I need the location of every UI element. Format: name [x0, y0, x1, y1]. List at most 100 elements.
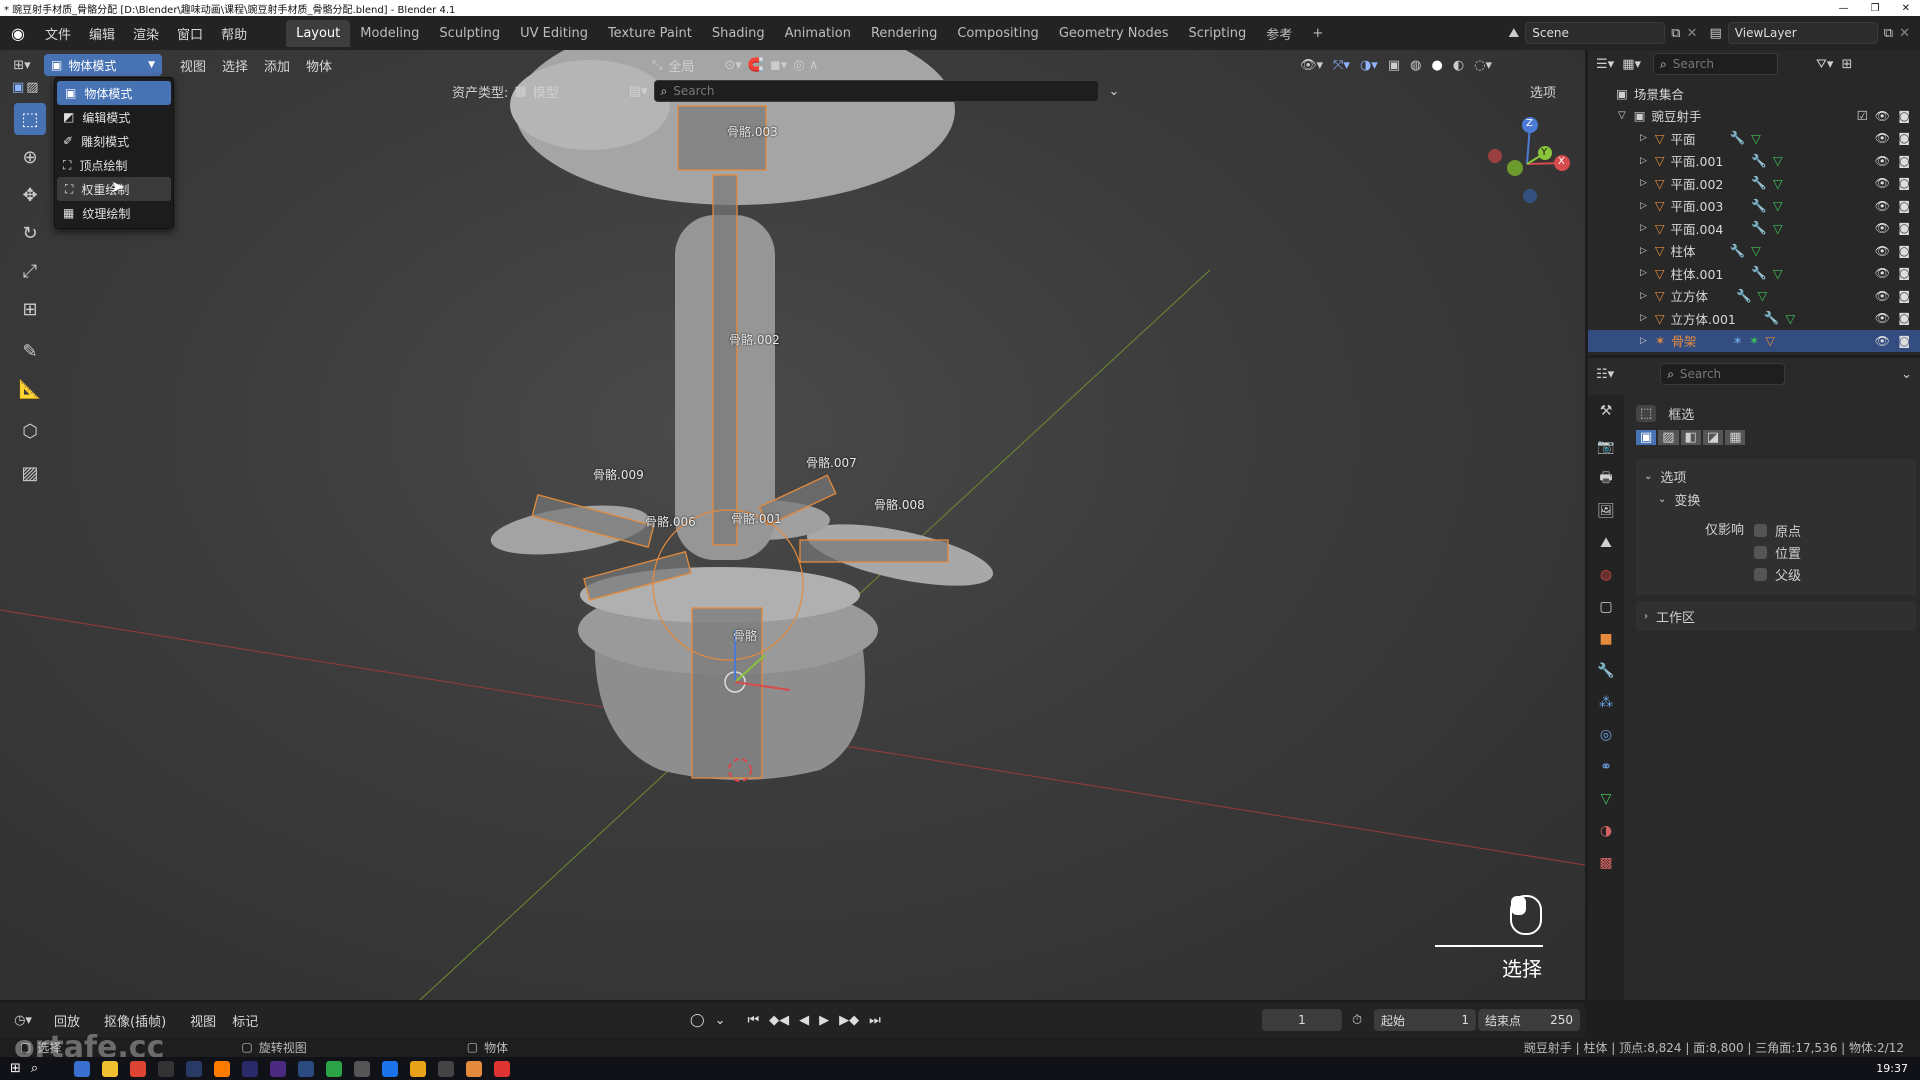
menu-help[interactable]: 帮助 — [212, 24, 256, 43]
app-icon[interactable] — [74, 1060, 91, 1077]
jump-end-icon[interactable]: ⏭ — [869, 1013, 881, 1028]
menu-view[interactable]: 视图 — [172, 53, 214, 78]
blender-logo-icon[interactable]: ◉ — [0, 24, 36, 43]
material-tab-icon[interactable]: ◑ — [1588, 815, 1624, 847]
new-view-layer-icon[interactable]: ⧉ — [1884, 26, 1893, 41]
xray-icon[interactable]: ▣ — [1388, 58, 1400, 73]
eye-icon[interactable]: 👁 — [1875, 334, 1890, 348]
affect-origins-checkbox[interactable]: 原点 — [1754, 519, 1801, 541]
app-icon[interactable] — [242, 1060, 259, 1077]
app-icon[interactable] — [326, 1060, 343, 1077]
select-box-tool[interactable]: ⬚ — [14, 103, 46, 135]
transform-orientation[interactable]: 全局 — [668, 56, 718, 75]
expand-icon[interactable]: ▽ — [1618, 110, 1626, 121]
select-mode-extend-icon[interactable]: ▨ — [26, 80, 38, 95]
world-tab-icon[interactable]: ◍ — [1588, 559, 1624, 591]
menu-item-edit-mode[interactable]: ◩ 编辑模式 — [55, 105, 173, 129]
filter-icon[interactable]: ⛛▾ — [1816, 57, 1833, 72]
keying-menu[interactable]: 抠像(插帧) — [96, 1008, 174, 1033]
menu-item-object-mode[interactable]: ▣ 物体模式 — [57, 81, 171, 105]
delete-view-layer-icon[interactable]: ✕ — [1899, 26, 1910, 41]
app-icon[interactable] — [438, 1060, 455, 1077]
menu-item-vertex-paint[interactable]: ⛶ 顶点绘制 — [55, 153, 173, 177]
asset-type-value[interactable]: 模型 — [533, 82, 623, 101]
move-tool[interactable]: ✥ — [14, 179, 46, 211]
editor-type-icon[interactable]: ⊞▾ — [0, 58, 44, 73]
tab-uv-editing[interactable]: UV Editing — [510, 20, 598, 47]
mode-extend-icon[interactable]: ▨ — [1658, 430, 1679, 445]
playback-menu[interactable]: 回放 — [46, 1008, 88, 1033]
tab-reference[interactable]: 参考 — [1256, 18, 1302, 49]
scene-selector[interactable]: Scene — [1525, 22, 1666, 44]
app-icon[interactable] — [410, 1060, 427, 1077]
gizmo-x-label[interactable]: X — [1558, 156, 1565, 167]
camera-icon[interactable]: ◙ — [1898, 266, 1910, 280]
tab-sculpting[interactable]: Sculpting — [429, 20, 510, 47]
app-icon[interactable] — [130, 1060, 147, 1077]
physics-tab-icon[interactable]: ◎ — [1588, 719, 1624, 751]
app-icon[interactable] — [102, 1060, 119, 1077]
transform-tool[interactable]: ⊞ — [14, 293, 46, 325]
close-icon[interactable]: ✕ — [1902, 3, 1910, 14]
maximize-icon[interactable]: ❐ — [1871, 3, 1880, 14]
timeline-marker-menu[interactable]: 标记 — [224, 1008, 266, 1033]
timeline-editor-icon[interactable]: ◷▾ — [0, 1013, 46, 1028]
mode-set-icon[interactable]: ▣ — [1636, 430, 1657, 445]
object-tab-icon[interactable]: ■ — [1588, 623, 1624, 655]
new-scene-icon[interactable]: ⧉ — [1671, 26, 1680, 41]
stopwatch-icon[interactable]: ⏱ — [1352, 1013, 1362, 1028]
overlay-toggle-icon[interactable]: ◑▾ — [1360, 58, 1378, 73]
menu-window[interactable]: 窗口 — [168, 24, 212, 43]
play-icon[interactable]: ▶ — [819, 1013, 829, 1028]
add-workspace-button[interactable]: + — [1302, 20, 1333, 47]
scale-tool[interactable]: ⤢ — [14, 255, 46, 287]
menu-item-sculpt-mode[interactable]: ✐ 雕刻模式 — [55, 129, 173, 153]
app-icon[interactable] — [354, 1060, 371, 1077]
search-icon[interactable]: ⌕ — [31, 1061, 38, 1076]
3d-viewport[interactable]: Z X Y 骨骼.003 骨骼.002 骨骼.009 骨骼.007 骨骼.008… — [0, 50, 1585, 1000]
annotate-tool[interactable]: ✎ — [14, 335, 46, 367]
eye-icon[interactable]: 👁 — [1875, 221, 1890, 235]
workspace-section[interactable]: › 工作区 — [1636, 601, 1916, 631]
app-icon[interactable] — [214, 1060, 231, 1077]
camera-icon[interactable]: ◙ — [1898, 176, 1910, 190]
jump-next-key-icon[interactable]: ▶◆ — [839, 1013, 859, 1028]
select-mode-icon[interactable]: ▣ — [12, 80, 24, 95]
asset-search-input[interactable]: ⌕ Search — [653, 80, 1099, 102]
outliner-row[interactable]: ▷ ▽ 平面.004 🔧 ▽ 👁 ◙ — [1588, 217, 1920, 240]
outliner-row[interactable]: ▷ ▽ 平面.002 🔧 ▽ 👁 ◙ — [1588, 172, 1920, 195]
menu-render[interactable]: 渲染 — [124, 24, 168, 43]
eye-icon[interactable]: 👁 — [1875, 289, 1890, 303]
outliner-row[interactable]: ▷ ▽ 立方体.001 🔧 ▽ 👁 ◙ — [1588, 307, 1920, 330]
mode-subtract-icon[interactable]: ◧ — [1680, 430, 1701, 445]
scene-tab-icon[interactable]: ⛰ — [1588, 527, 1624, 559]
eye-icon[interactable]: 👁 — [1875, 244, 1890, 258]
mode-difference-icon[interactable]: ◪ — [1702, 430, 1724, 445]
data-tab-icon[interactable]: ▽ — [1588, 783, 1624, 815]
snap-icon[interactable]: 🧲 — [748, 58, 764, 73]
mode-intersect-icon[interactable]: ▦ — [1725, 430, 1746, 445]
output-tab-icon[interactable]: 🖶 — [1588, 463, 1624, 495]
tab-geometry-nodes[interactable]: Geometry Nodes — [1049, 20, 1179, 47]
camera-icon[interactable]: ◙ — [1898, 221, 1910, 235]
tab-texture-paint[interactable]: Texture Paint — [598, 20, 702, 47]
tab-shading[interactable]: Shading — [702, 20, 775, 47]
tab-compositing[interactable]: Compositing — [947, 20, 1049, 47]
menu-object[interactable]: 物体 — [298, 53, 340, 78]
snap-target-icon[interactable]: ◼▾ — [770, 58, 787, 73]
outliner-row-active[interactable]: ▷ ✶ 骨架 ✶ ✶ ▽ 👁 ◙ — [1588, 329, 1920, 352]
visibility-icon[interactable]: 👁▾ — [1300, 58, 1323, 73]
display-mode-icon[interactable]: ▦▾ — [1622, 57, 1641, 72]
render-tab-icon[interactable]: 📷 — [1588, 431, 1624, 463]
outliner-row[interactable]: ▷ ▽ 平面 🔧 ▽ 👁 ◙ — [1588, 127, 1920, 150]
play-reverse-icon[interactable]: ◀ — [799, 1013, 809, 1028]
gizmo-z-label[interactable]: Z — [1526, 118, 1533, 129]
tool-tab-icon[interactable]: ⚒ — [1588, 395, 1624, 427]
eye-icon[interactable]: 👁 — [1875, 199, 1890, 213]
outliner-search-input[interactable]: ⌕ Search — [1653, 53, 1778, 75]
timeline-view-menu[interactable]: 视图 — [182, 1008, 224, 1033]
camera-icon[interactable]: ◙ — [1898, 289, 1910, 303]
particles-tab-icon[interactable]: ⁂ — [1588, 687, 1624, 719]
tab-animation[interactable]: Animation — [775, 20, 861, 47]
app-icon[interactable] — [270, 1060, 287, 1077]
